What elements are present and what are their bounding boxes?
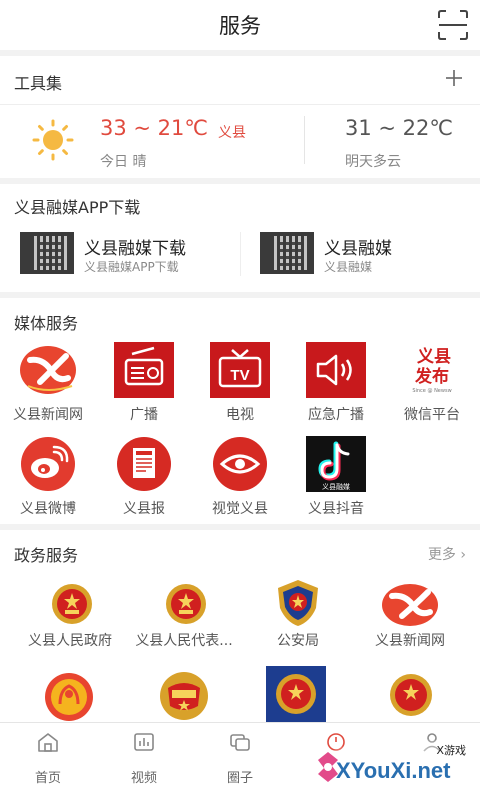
divider xyxy=(240,232,241,276)
app-subtitle: 义县融媒 xyxy=(324,260,373,274)
youth-league-emblem-icon[interactable] xyxy=(158,670,210,722)
logo-text: 发布 xyxy=(414,366,449,387)
app-item[interactable]: 义县融媒 义县融媒 xyxy=(260,232,470,278)
media-item-label: 义县微博 xyxy=(20,501,76,517)
tab-video[interactable]: 视频 xyxy=(104,731,184,786)
plus-icon[interactable] xyxy=(444,68,464,88)
weibo-icon xyxy=(21,437,75,491)
media-item-emergency-broadcast[interactable]: 应急广播 xyxy=(290,342,382,426)
court-emblem-icon[interactable] xyxy=(266,666,326,726)
circle-icon xyxy=(230,734,250,751)
yixian-fabu-icon: 义县 发布 Since @ Newsw xyxy=(402,342,462,398)
service-page: 服务 工具集 33 ~ 21℃ 义县 今日 晴 31 ~ 22℃ 明天多云 义县… xyxy=(0,0,480,800)
yixian-news-icon xyxy=(20,346,76,394)
media-item-yixian-news[interactable]: 义县新闻网 xyxy=(2,342,94,426)
gov-item-label: 义县人民代表... xyxy=(135,633,233,649)
tomorrow-weather: 明天多云 xyxy=(345,154,401,170)
media-item-tv[interactable]: TV 电视 xyxy=(194,342,286,426)
app-name: 义县融媒下载 xyxy=(84,239,186,259)
gov-title: 政务服务 xyxy=(14,546,79,565)
today-temperature: 33 ~ 21℃ xyxy=(100,116,208,140)
scan-icon[interactable] xyxy=(436,8,470,42)
media-item-newspaper[interactable]: 义县报 xyxy=(98,436,190,520)
divider xyxy=(304,116,305,164)
logo-text: 义县 xyxy=(417,346,451,367)
app-download-item[interactable]: 义县融媒下载 义县融媒APP下载 xyxy=(20,232,230,278)
police-emblem-icon xyxy=(278,580,318,626)
media-item-label: 电视 xyxy=(226,407,254,423)
media-item-label: 广播 xyxy=(130,407,158,423)
page-title: 服务 xyxy=(219,14,261,38)
home-icon xyxy=(38,733,58,752)
app-name: 义县融媒 xyxy=(324,239,392,259)
app-download-section: 义县融媒APP下载 义县融媒下载 义县融媒APP下载 义县融媒 义县融媒 xyxy=(0,184,480,292)
gov-item-label: 义县新闻网 xyxy=(375,633,445,649)
gov-item-label: 义县人民政府 xyxy=(28,633,112,649)
logo-small-text: Since @ Newsw xyxy=(412,388,451,394)
national-emblem-icon xyxy=(166,584,206,624)
tools-section: 工具集 33 ~ 21℃ 义县 今日 晴 31 ~ 22℃ 明天多云 xyxy=(0,56,480,178)
tab-label: 视频 xyxy=(130,771,157,786)
qr-code-icon xyxy=(20,232,74,274)
watermark-small-text: X游戏 xyxy=(436,744,466,757)
tools-title: 工具集 xyxy=(14,74,63,93)
sun-icon xyxy=(32,119,74,161)
media-item-visual[interactable]: 视觉义县 xyxy=(194,436,286,520)
tab-label: 圈子 xyxy=(226,771,253,786)
video-icon xyxy=(134,733,154,751)
top-bar: 服务 xyxy=(0,0,480,50)
newspaper-icon xyxy=(117,437,171,491)
media-services-section: 媒体服务 义县新闻网 广播 TV 电视 应急广播 义县 发布 Since @ N… xyxy=(0,298,480,524)
media-item-label: 义县新闻网 xyxy=(13,407,83,423)
media-title: 媒体服务 xyxy=(14,314,79,333)
douyin-icon: 义县融媒 xyxy=(306,436,366,492)
qr-code-icon xyxy=(260,232,314,274)
watermark-text: XYouXi.net xyxy=(336,758,451,783)
media-item-douyin[interactable]: 义县融媒 义县抖音 xyxy=(290,436,382,520)
today-weather: 今日 晴 xyxy=(100,154,147,170)
media-item-weibo[interactable]: 义县微博 xyxy=(2,436,94,520)
media-item-label: 义县报 xyxy=(123,501,165,517)
tomorrow-temperature: 31 ~ 22℃ xyxy=(345,116,453,140)
app-subtitle: 义县融媒APP下载 xyxy=(84,260,179,274)
divider xyxy=(0,104,480,105)
media-item-wechat[interactable]: 义县 发布 Since @ Newsw 微信平台 xyxy=(386,342,478,426)
media-item-label: 应急广播 xyxy=(308,407,364,423)
tab-label: 首页 xyxy=(34,771,61,786)
weather-location[interactable]: 义县 xyxy=(218,122,246,142)
yixian-news-icon xyxy=(382,584,438,626)
media-item-radio[interactable]: 广播 xyxy=(98,342,190,426)
radio-icon xyxy=(114,342,174,398)
svg-text:TV: TV xyxy=(230,367,249,384)
gov-services-section: 政务服务 更多 › 义县人民政府 义县人民代表... 公安局 义县新闻网 xyxy=(0,530,480,730)
app-download-title: 义县融媒APP下载 xyxy=(14,198,141,217)
national-emblem-icon xyxy=(52,584,92,624)
media-item-label: 微信平台 xyxy=(404,407,460,423)
speaker-icon xyxy=(306,342,366,398)
media-item-label: 视觉义县 xyxy=(212,501,268,517)
tv-icon: TV xyxy=(210,342,270,398)
national-emblem-icon[interactable] xyxy=(388,672,434,718)
media-item-label: 义县抖音 xyxy=(308,501,364,517)
more-link[interactable]: 更多 › xyxy=(428,544,466,564)
logo-caption: 义县融媒 xyxy=(322,482,350,491)
more-label: 更多 xyxy=(427,547,456,563)
gov-item-label: 公安局 xyxy=(277,633,319,649)
eye-icon xyxy=(213,437,267,491)
tab-circle[interactable]: 圈子 xyxy=(200,731,280,786)
tab-home[interactable]: 首页 xyxy=(8,731,88,786)
women-federation-emblem-icon[interactable] xyxy=(44,672,94,722)
